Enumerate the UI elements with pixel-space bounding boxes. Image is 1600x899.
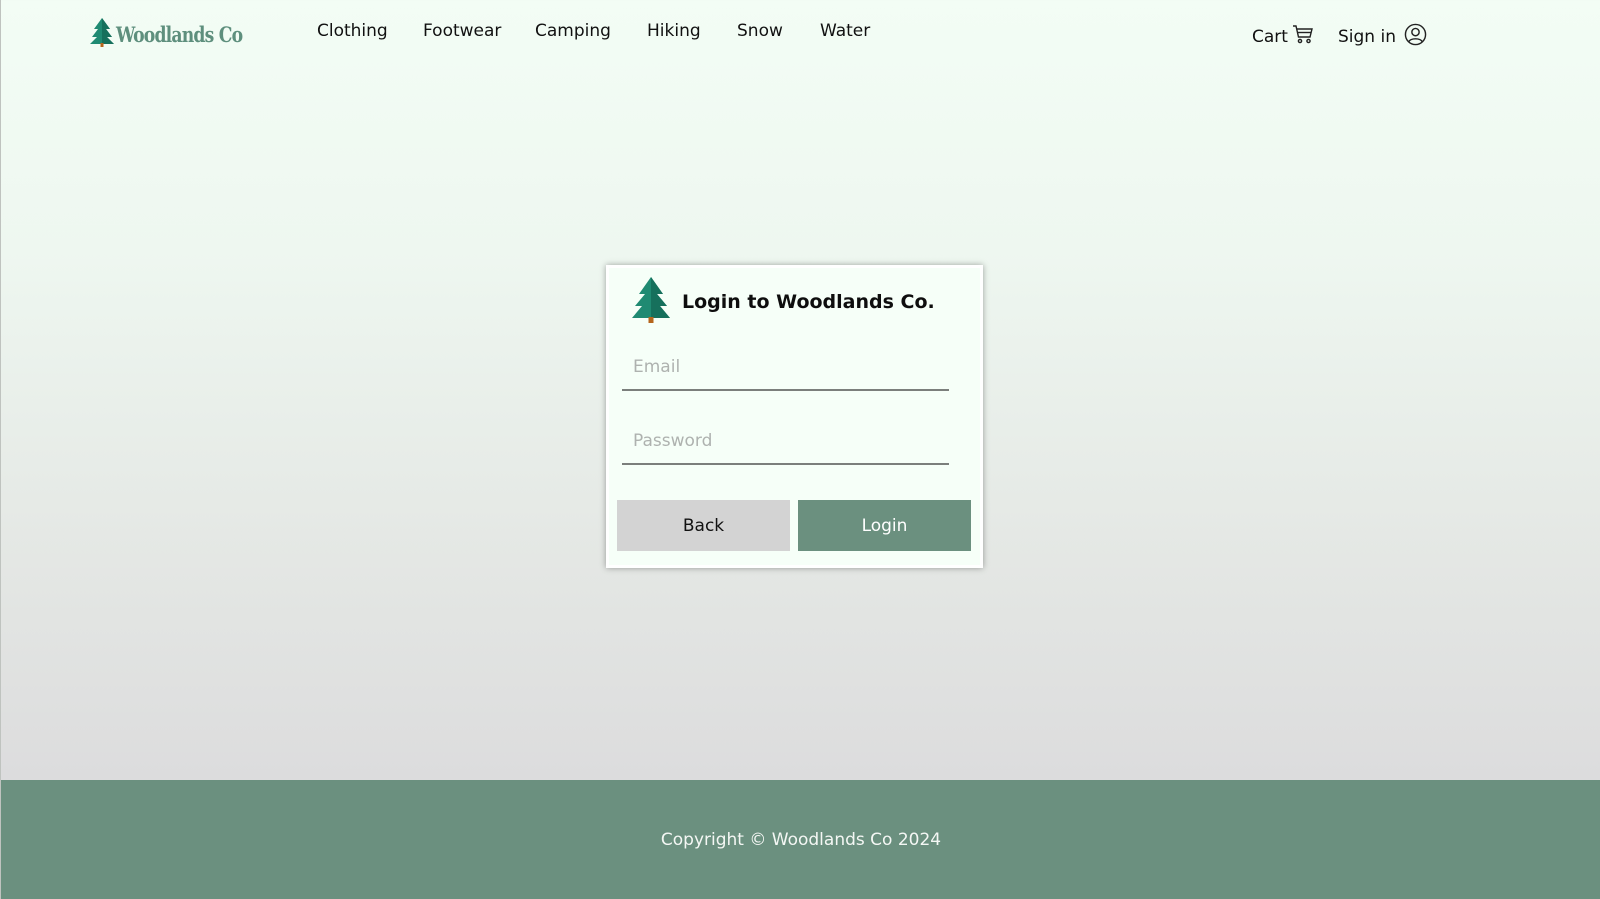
user-circle-icon bbox=[1404, 23, 1427, 51]
password-field[interactable] bbox=[622, 419, 949, 465]
cart-label: Cart bbox=[1252, 26, 1288, 47]
back-button[interactable]: Back bbox=[617, 500, 790, 551]
login-button[interactable]: Login bbox=[798, 500, 971, 551]
nav-item-clothing[interactable]: Clothing bbox=[317, 21, 388, 41]
sign-in-link[interactable]: Sign in bbox=[1338, 23, 1427, 51]
login-title: Login to Woodlands Co. bbox=[682, 290, 935, 313]
nav-item-hiking[interactable]: Hiking bbox=[647, 21, 701, 41]
copyright-text: Copyright © Woodlands Co 2024 bbox=[660, 830, 942, 850]
nav-item-snow[interactable]: Snow bbox=[737, 21, 783, 41]
pine-tree-icon bbox=[90, 17, 114, 51]
email-field[interactable] bbox=[622, 345, 949, 391]
nav-item-water[interactable]: Water bbox=[820, 21, 870, 41]
brand-logo[interactable]: Woodlands Co bbox=[90, 17, 270, 51]
nav-item-footwear[interactable]: Footwear bbox=[423, 21, 501, 41]
brand-name: Woodlands Co bbox=[116, 21, 243, 47]
login-card: Login to Woodlands Co. Back Login bbox=[606, 265, 983, 568]
login-card-header: Login to Woodlands Co. bbox=[631, 276, 935, 327]
site-footer: Copyright © Woodlands Co 2024 bbox=[1, 780, 1600, 899]
site-header: Woodlands Co Clothing Footwear Camping H… bbox=[1, 0, 1600, 70]
shopping-cart-icon bbox=[1292, 24, 1314, 49]
pine-tree-icon bbox=[631, 276, 671, 327]
sign-in-label: Sign in bbox=[1338, 27, 1396, 47]
cart-link[interactable]: Cart bbox=[1252, 24, 1314, 49]
nav-item-camping[interactable]: Camping bbox=[535, 21, 611, 41]
